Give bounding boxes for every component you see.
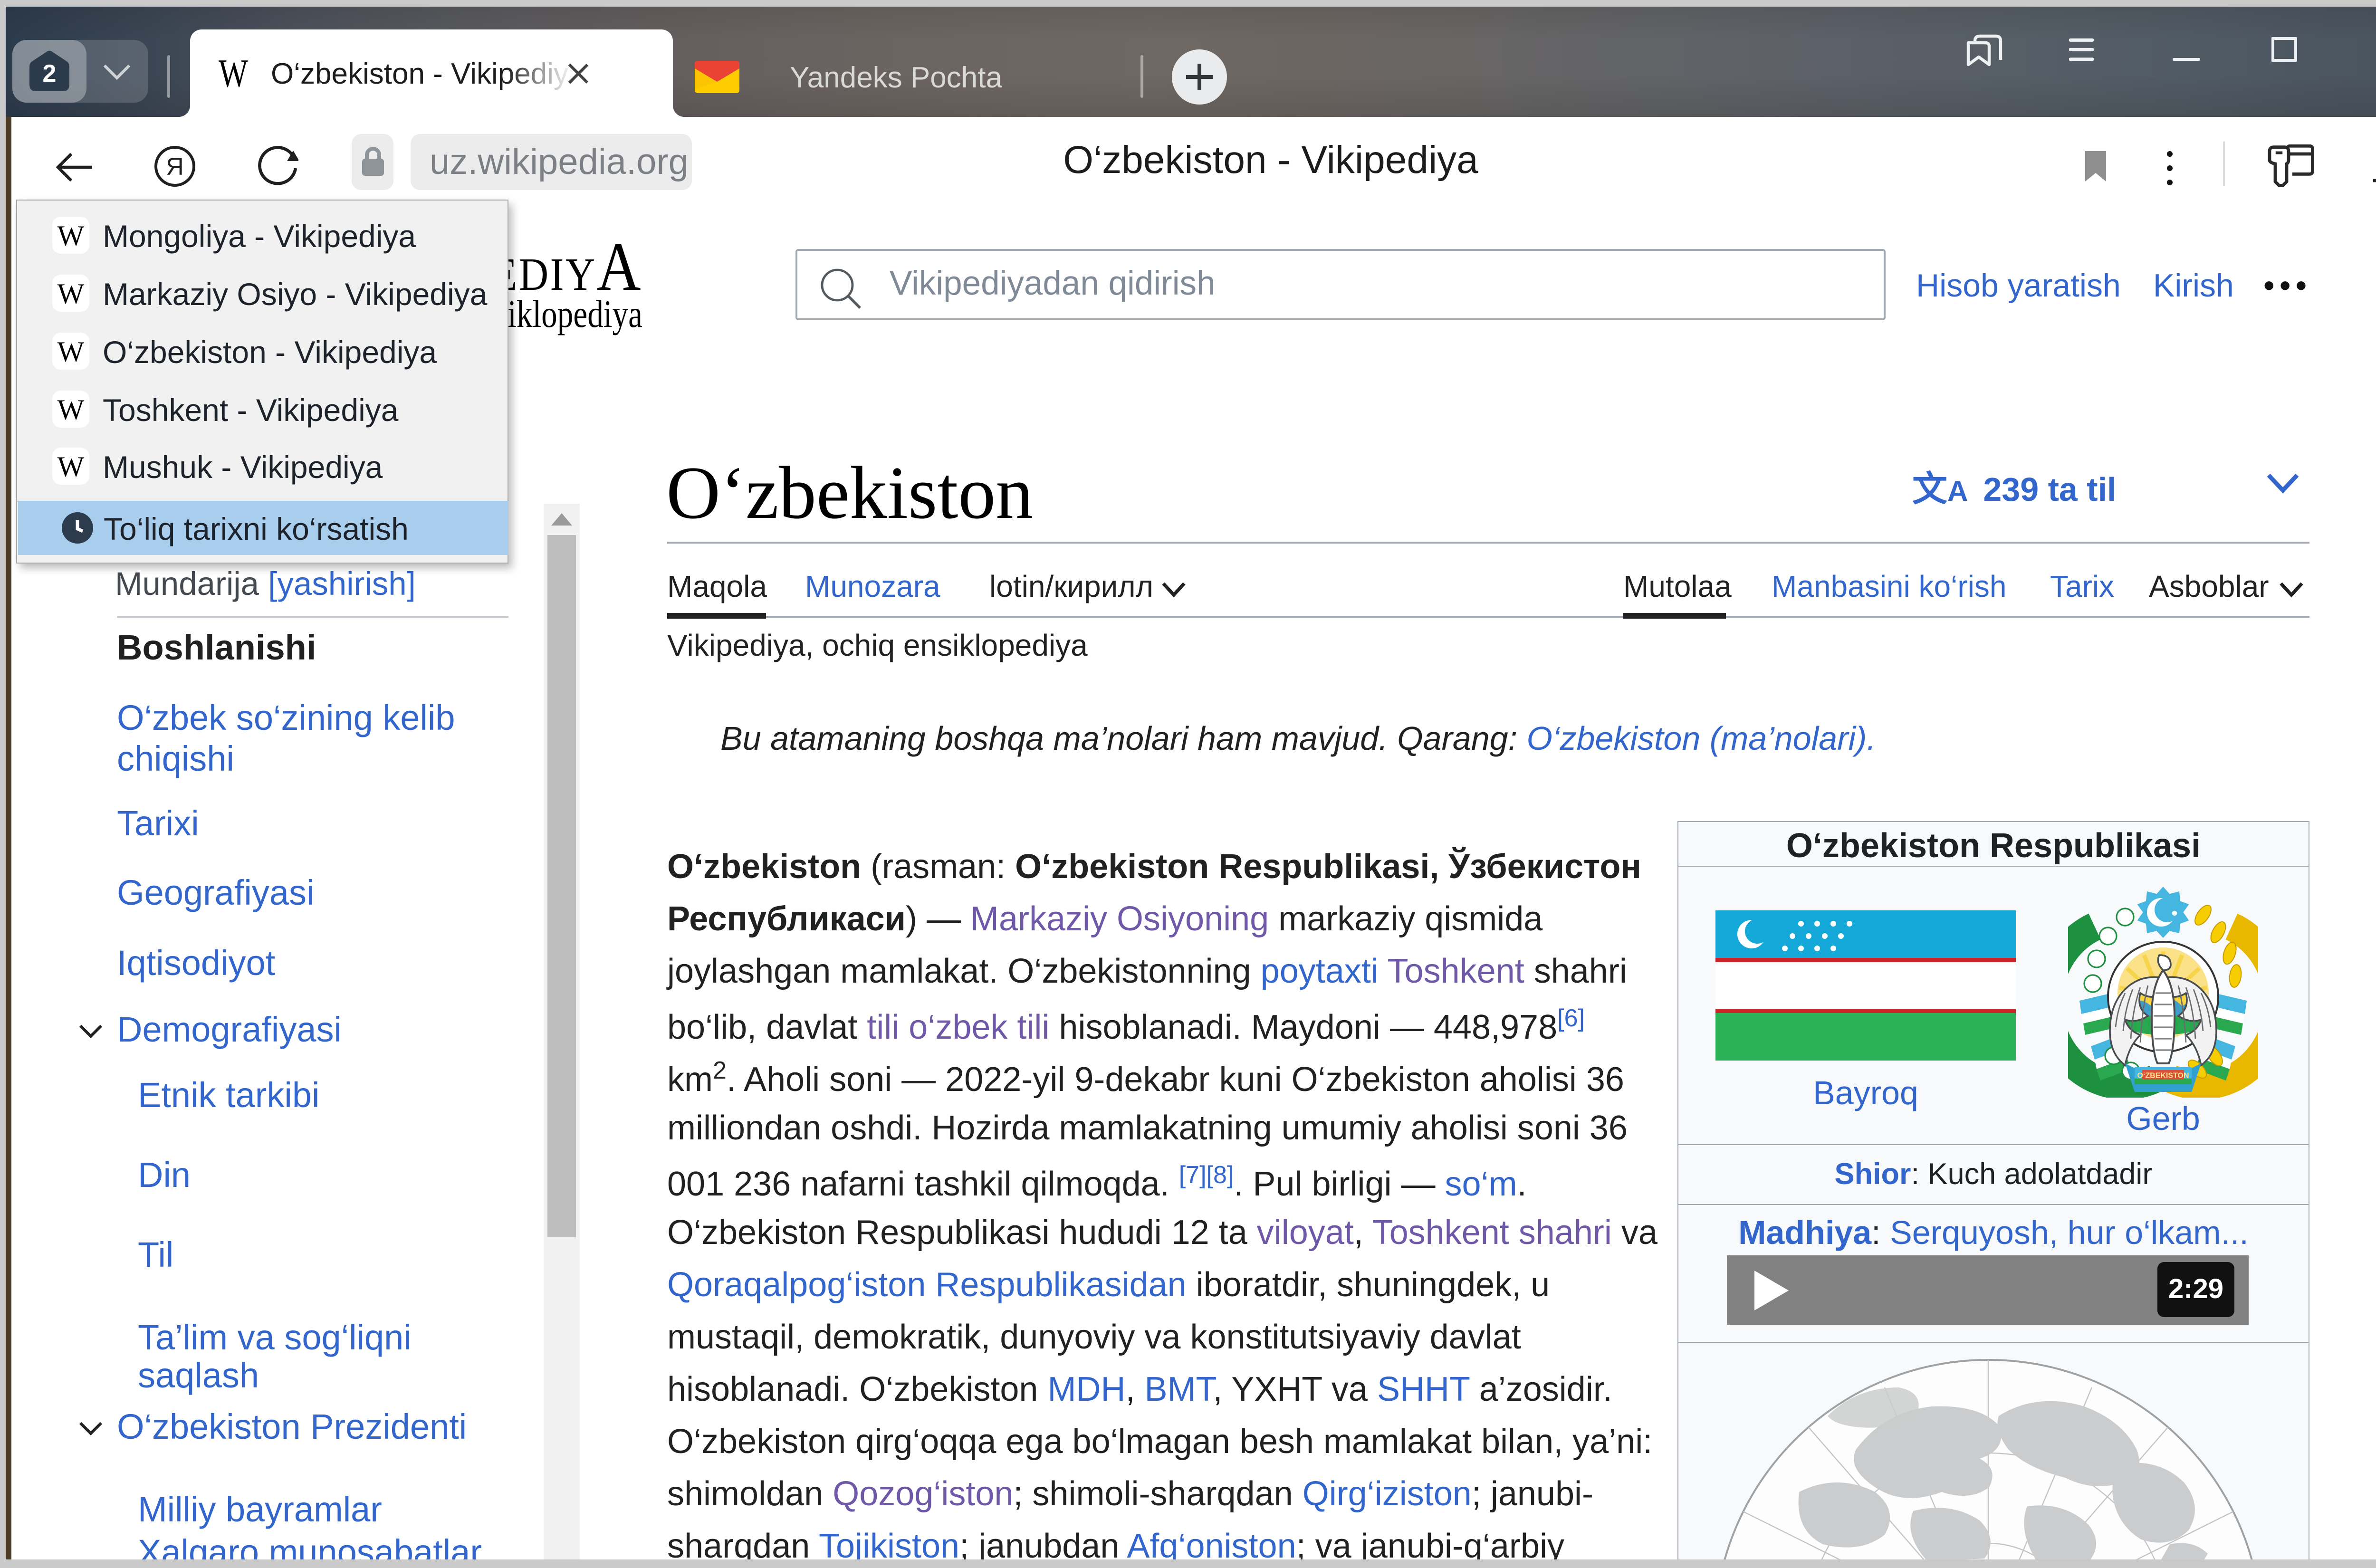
svg-text:Я: Я bbox=[166, 153, 184, 181]
svg-text:O‘ZBEKISTON: O‘ZBEKISTON bbox=[2137, 1071, 2189, 1080]
